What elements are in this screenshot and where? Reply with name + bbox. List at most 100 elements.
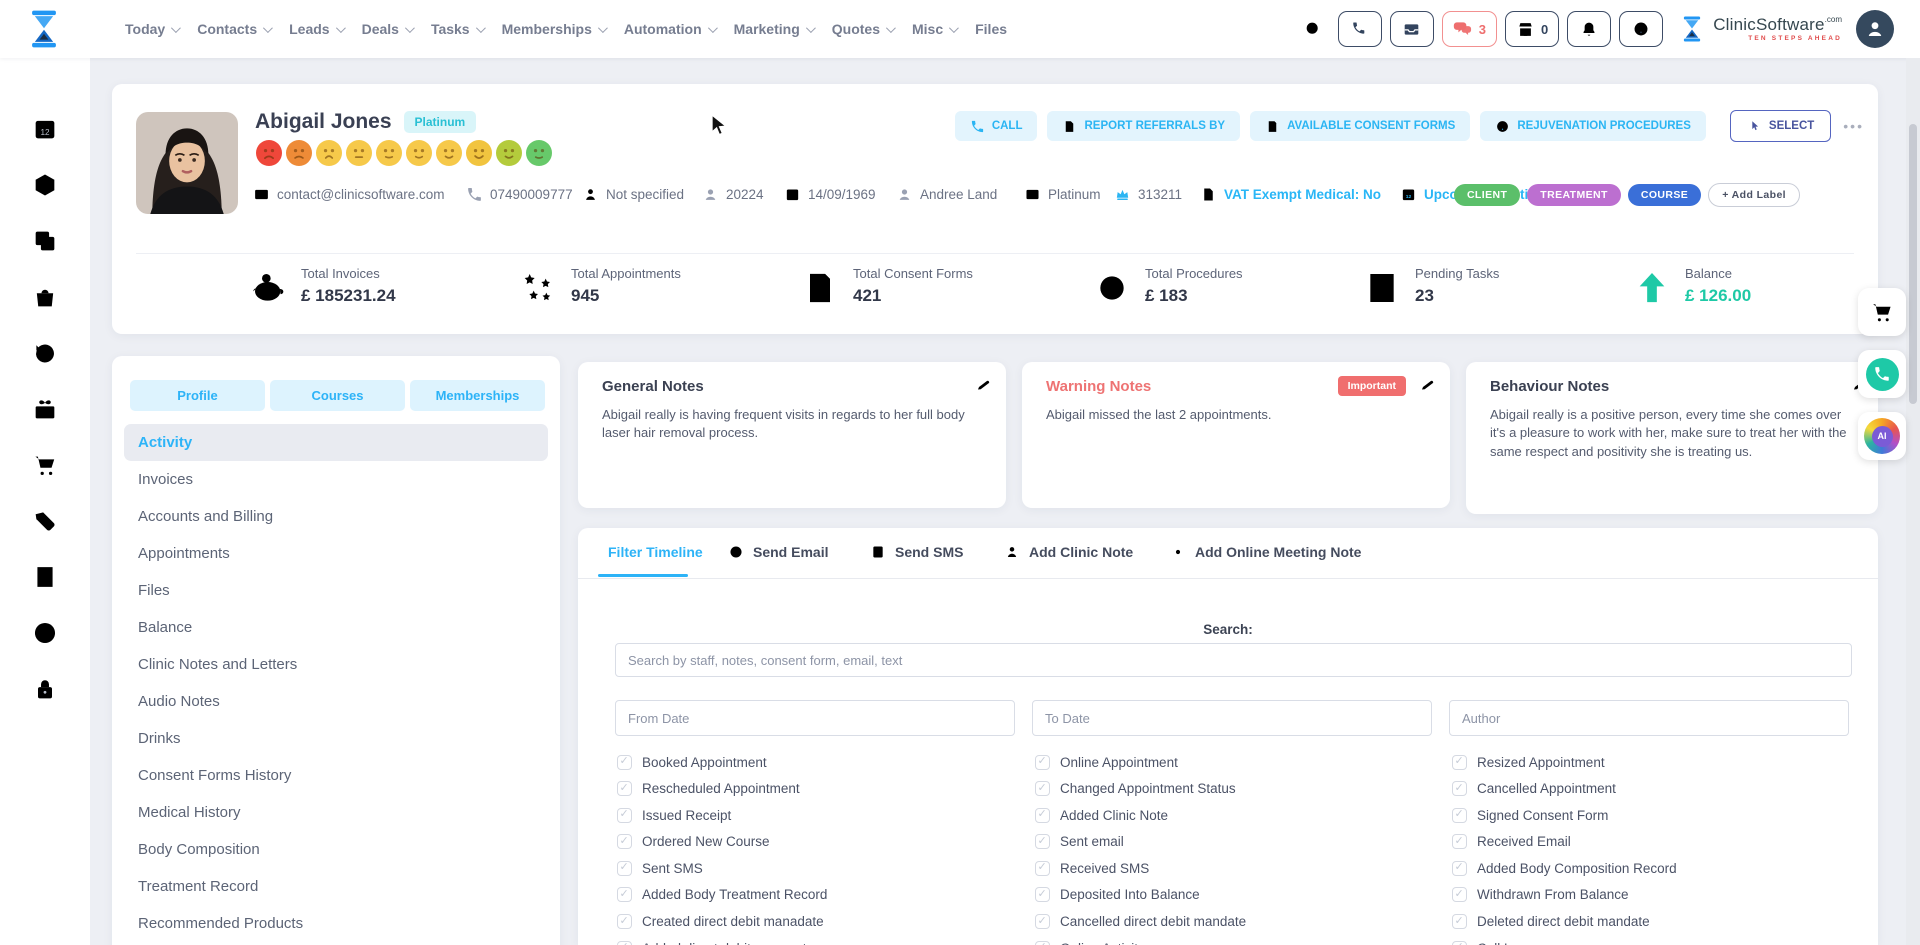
search-input[interactable] [615,643,1852,677]
menu-item-invoices[interactable]: Invoices [124,461,548,498]
tab-courses[interactable]: Courses [270,380,405,411]
calendar-icon[interactable] [31,115,59,143]
more-actions-button[interactable]: ••• [1843,118,1864,134]
menu-item-activity[interactable]: Activity [124,424,548,461]
checkbox[interactable] [617,887,632,902]
filter-rescheduled-appointment[interactable]: Rescheduled Appointment [617,781,827,797]
filter-changed-appointment-status[interactable]: Changed Appointment Status [1035,781,1246,797]
detail-vat[interactable]: VAT Exempt Medical: No [1200,184,1381,204]
notifications-button[interactable] [1567,11,1611,47]
filter-created-dd-mandate[interactable]: Created direct debit manadate [617,914,827,930]
tab-profile[interactable]: Profile [130,380,265,411]
menu-item-consent-history[interactable]: Consent Forms History [124,757,548,794]
checkbox[interactable] [1452,808,1467,823]
tag-icon[interactable] [31,507,59,535]
menu-item-medical-history[interactable]: Medical History [124,794,548,831]
menu-item-drinks[interactable]: Drinks [124,720,548,757]
mood-face-7[interactable] [436,140,462,166]
mood-face-1[interactable] [256,140,282,166]
call-button[interactable]: CALL [955,111,1038,141]
detail-phone[interactable]: 07490009777 [466,184,573,204]
checkbox[interactable] [1452,887,1467,902]
scrollbar-track[interactable] [1906,58,1920,945]
mood-face-10[interactable] [526,140,552,166]
checkbox[interactable] [1452,834,1467,849]
menu-item-recommended-products[interactable]: Recommended Products [124,905,548,942]
filter-added-dd-payment[interactable]: Added direct debit payment [617,940,827,945]
checkbox[interactable] [617,755,632,770]
mood-face-2[interactable] [286,140,312,166]
checkbox[interactable] [617,808,632,823]
nav-tasks[interactable]: Tasks [431,21,483,37]
report-icon[interactable] [31,563,59,591]
user-avatar[interactable] [1856,10,1894,48]
filter-resized-appointment[interactable]: Resized Appointment [1452,754,1677,770]
checkbox[interactable] [1035,941,1050,945]
filter-withdrawn-from-balance[interactable]: Withdrawn From Balance [1452,887,1677,903]
mood-face-3[interactable] [316,140,342,166]
detail-email[interactable]: contact@clinicsoftware.com [253,184,445,204]
mood-face-6[interactable] [406,140,432,166]
checkbox[interactable] [1035,861,1050,876]
author-input[interactable] [1449,700,1849,736]
label-client[interactable]: CLIENT [1454,184,1520,206]
filter-online-activity[interactable]: Online Activity [1035,940,1246,945]
menu-item-files[interactable]: Files [124,572,548,609]
bag-icon[interactable] [31,283,59,311]
filter-deposited-into-balance[interactable]: Deposited Into Balance [1035,887,1246,903]
shop-button[interactable]: 0 [1505,11,1559,47]
patient-photo[interactable] [136,112,238,214]
menu-item-treatment-record[interactable]: Treatment Record [124,868,548,905]
nav-deals[interactable]: Deals [362,21,412,37]
tab-memberships[interactable]: Memberships [410,380,545,411]
copy-icon[interactable] [31,227,59,255]
checkbox[interactable] [617,941,632,945]
filter-cancelled-dd-mandate[interactable]: Cancelled direct debit mandate [1035,914,1246,930]
checkbox[interactable] [1035,887,1050,902]
checkbox[interactable] [1035,808,1050,823]
app-logo-icon[interactable] [22,7,66,51]
report-referrals-button[interactable]: REPORT REFERRALS BY [1047,111,1240,141]
menu-item-balance[interactable]: Balance [124,609,548,646]
dialer-button[interactable] [1338,11,1382,47]
to-date-input[interactable] [1032,700,1432,736]
checkbox[interactable] [1035,781,1050,796]
tab-filter-timeline[interactable]: Filter Timeline [608,544,703,560]
menu-item-clinic-notes[interactable]: Clinic Notes and Letters [124,646,548,683]
checkbox[interactable] [1452,914,1467,929]
checkbox[interactable] [617,861,632,876]
filter-booked-appointment[interactable]: Booked Appointment [617,754,827,770]
nav-marketing[interactable]: Marketing [734,21,813,37]
tab-add-clinic-note[interactable]: Add Clinic Note [1004,544,1133,560]
filter-sent-sms[interactable]: Sent SMS [617,860,827,876]
nav-automation[interactable]: Automation [624,21,715,37]
cart-icon[interactable] [31,451,59,479]
checkbox[interactable] [1035,755,1050,770]
add-label-button[interactable]: + Add Label [1708,183,1800,207]
filter-added-body-treatment-record[interactable]: Added Body Treatment Record [617,887,827,903]
mood-face-8[interactable] [466,140,492,166]
menu-item-accounts-billing[interactable]: Accounts and Billing [124,498,548,535]
filter-added-clinic-note[interactable]: Added Clinic Note [1035,807,1246,823]
filter-issued-receipt[interactable]: Issued Receipt [617,807,827,823]
filter-call-log[interactable]: Call Log [1452,940,1677,945]
tab-send-email[interactable]: Send Email [728,544,828,560]
search-icon[interactable] [1303,19,1324,40]
from-date-input[interactable] [615,700,1015,736]
history-icon[interactable] [31,339,59,367]
label-course[interactable]: COURSE [1628,184,1701,206]
gift-icon[interactable] [31,395,59,423]
edit-icon[interactable] [975,376,993,394]
filter-signed-consent-form[interactable]: Signed Consent Form [1452,807,1677,823]
consent-forms-button[interactable]: AVAILABLE CONSENT FORMS [1250,111,1470,141]
nav-files[interactable]: Files [975,21,1007,37]
edit-icon[interactable] [1419,376,1437,394]
menu-item-audio-notes[interactable]: Audio Notes [124,683,548,720]
checkbox[interactable] [1035,834,1050,849]
floating-ai-button[interactable]: AI [1858,412,1906,460]
filter-cancelled-appointment[interactable]: Cancelled Appointment [1452,781,1677,797]
floating-call-button[interactable] [1858,350,1906,398]
brand-logo[interactable]: ClinicSoftware.com TEN STEPS AHEAD [1677,14,1842,44]
nav-memberships[interactable]: Memberships [502,21,605,37]
filter-received-email[interactable]: Received Email [1452,834,1677,850]
